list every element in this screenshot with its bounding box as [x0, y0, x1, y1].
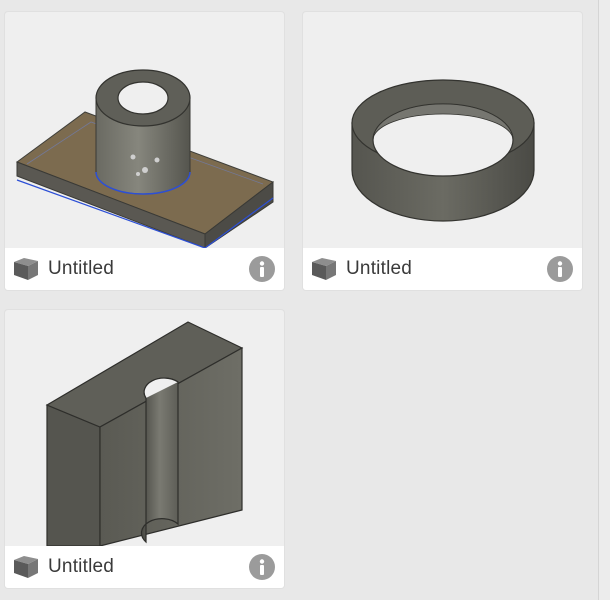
design-card[interactable]: Untitled — [303, 12, 582, 290]
design-name: Untitled — [48, 258, 115, 279]
design-card[interactable]: Untitled — [5, 12, 284, 290]
design-card-footer: Untitled — [303, 248, 582, 290]
info-icon[interactable] — [249, 256, 275, 282]
design-cube-icon — [310, 256, 338, 282]
info-icon[interactable] — [547, 256, 573, 282]
scrollbar-track[interactable] — [598, 0, 610, 600]
design-thumbnail[interactable] — [303, 12, 582, 248]
design-cube-icon — [12, 256, 40, 282]
design-thumbnail[interactable] — [5, 310, 284, 546]
design-card[interactable]: Untitled — [5, 310, 284, 588]
design-card-footer: Untitled — [5, 248, 284, 290]
design-name: Untitled — [346, 258, 413, 279]
design-thumbnail[interactable] — [5, 12, 284, 248]
info-icon[interactable] — [249, 554, 275, 580]
design-cube-icon — [12, 554, 40, 580]
design-grid: Untitled Untitled Untitled — [0, 0, 610, 600]
design-card-footer: Untitled — [5, 546, 284, 588]
design-name: Untitled — [48, 556, 115, 577]
